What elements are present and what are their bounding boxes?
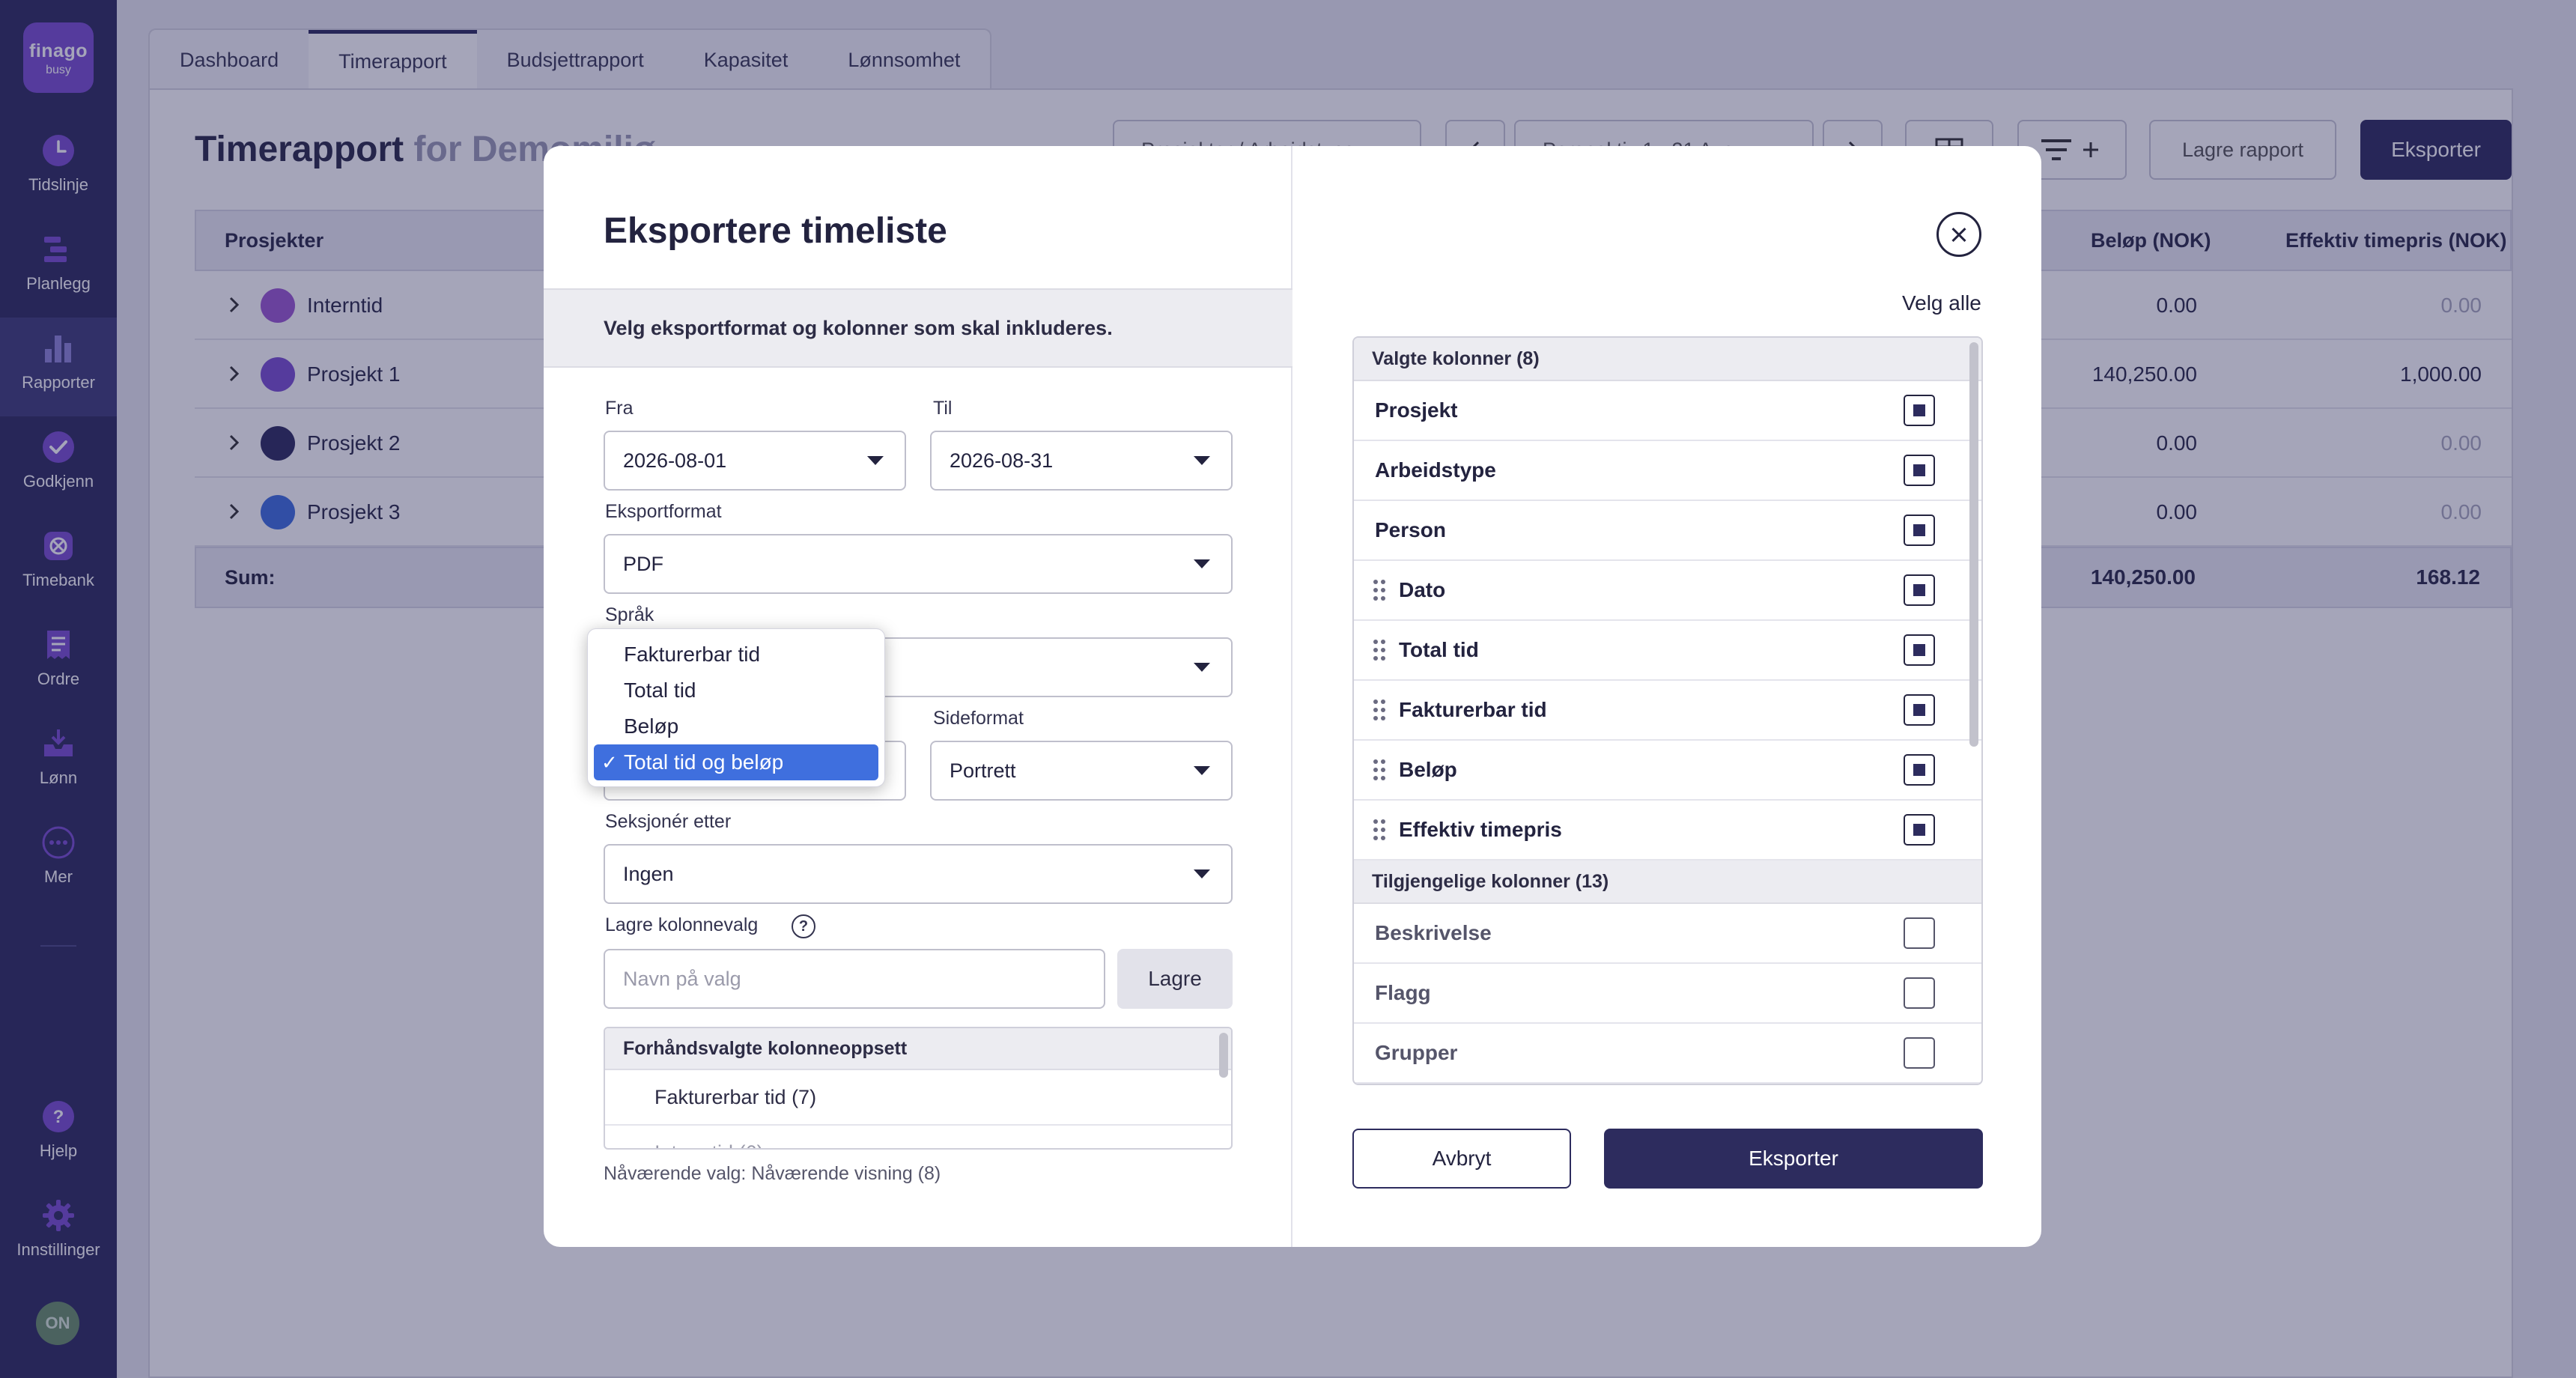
list-item[interactable]: Fakturerbar tid xyxy=(1354,681,1981,741)
list-item[interactable]: Dato xyxy=(1354,561,1981,621)
list-item[interactable]: Person xyxy=(1354,501,1981,561)
column-picker: Valgte kolonner (8) Prosjekt Arbeidstype… xyxy=(1352,336,1983,1085)
column-label: Total tid xyxy=(1399,638,1479,661)
export-format-value: PDF xyxy=(623,553,663,575)
scrollbar[interactable] xyxy=(1219,1033,1228,1078)
drag-handle-icon[interactable] xyxy=(1373,640,1387,661)
save-column-set-button[interactable]: Lagre xyxy=(1117,949,1233,1009)
checkbox[interactable] xyxy=(1904,814,1935,846)
modal-subtitle-banner: Velg eksportformat og kolonner som skal … xyxy=(544,288,1292,368)
from-date-select[interactable]: 2026-08-01 xyxy=(604,431,906,491)
language-label: Språk xyxy=(605,604,654,625)
chevron-down-icon xyxy=(1194,559,1210,568)
drag-handle-icon[interactable] xyxy=(1373,819,1387,840)
list-item[interactable]: Total tid xyxy=(1354,621,1981,681)
column-label: Person xyxy=(1375,518,1446,541)
drag-handle-icon[interactable] xyxy=(1373,759,1387,780)
checkbox[interactable] xyxy=(1904,754,1935,786)
chevron-down-icon xyxy=(1194,766,1210,775)
modal-subtitle: Velg eksportformat og kolonner som skal … xyxy=(604,317,1113,339)
section-by-value: Ingen xyxy=(623,863,674,885)
dropdown-option[interactable]: Beløp xyxy=(594,708,878,744)
checkbox[interactable] xyxy=(1904,917,1935,949)
column-label: Grupper xyxy=(1375,1041,1458,1064)
list-item[interactable]: Flagg xyxy=(1354,964,1981,1024)
export-settings-pane: Eksportere timeliste Velg eksportformat … xyxy=(544,146,1292,1247)
dropdown-option[interactable]: Fakturerbar tid xyxy=(594,637,878,673)
column-label: Arbeidstype xyxy=(1375,458,1496,482)
checkbox[interactable] xyxy=(1904,977,1935,1009)
list-item[interactable]: Arbeidstype xyxy=(1354,441,1981,501)
checkbox[interactable] xyxy=(1904,455,1935,486)
save-columns-label: Lagre kolonnevalg xyxy=(605,914,759,935)
column-label: Prosjekt xyxy=(1375,398,1458,422)
checkbox[interactable] xyxy=(1904,694,1935,726)
chevron-down-icon xyxy=(867,456,884,465)
column-label: Beskrivelse xyxy=(1375,921,1492,944)
modal-title: Eksportere timeliste xyxy=(604,211,947,251)
checkmark-icon: ✓ xyxy=(601,751,618,774)
section-label: Seksjonér etter xyxy=(605,811,732,832)
column-set-name-input[interactable] xyxy=(604,949,1105,1009)
checkbox[interactable] xyxy=(1904,395,1935,426)
column-label: Flagg xyxy=(1375,981,1431,1004)
page-format-value: Portrett xyxy=(950,759,1016,782)
list-item[interactable]: Beskrivelse xyxy=(1354,904,1981,964)
format-label: Eksportformat xyxy=(605,501,722,522)
dropdown-option-selected[interactable]: ✓ Total tid og beløp xyxy=(594,744,878,780)
preset-column-list: Forhåndsvalgte kolonneoppsett Fakturerba… xyxy=(604,1027,1233,1150)
select-all-link[interactable]: Velg alle xyxy=(1902,291,1981,315)
chevron-down-icon xyxy=(1194,456,1210,465)
section-by-select[interactable]: Ingen xyxy=(604,844,1233,904)
drag-handle-icon[interactable] xyxy=(1373,699,1387,720)
drag-handle-icon[interactable] xyxy=(1373,580,1387,601)
to-date-select[interactable]: 2026-08-31 xyxy=(930,431,1233,491)
list-item[interactable]: Beløp xyxy=(1354,741,1981,801)
dropdown-option-label: Total tid og beløp xyxy=(624,750,784,774)
presets-header: Forhåndsvalgte kolonneoppsett xyxy=(605,1028,1231,1070)
to-date-value: 2026-08-31 xyxy=(950,449,1054,472)
page-format-label: Sideformat xyxy=(933,708,1024,729)
list-item[interactable]: Effektiv timepris xyxy=(1354,801,1981,861)
chevron-down-icon xyxy=(1194,663,1210,672)
from-date-value: 2026-08-01 xyxy=(623,449,727,472)
scrollbar[interactable] xyxy=(1969,342,1978,747)
list-item[interactable]: Prosjekt xyxy=(1354,381,1981,441)
page-format-select[interactable]: Portrett xyxy=(930,741,1233,801)
chevron-down-icon xyxy=(1194,869,1210,878)
export-format-select[interactable]: PDF xyxy=(604,534,1233,594)
cancel-button[interactable]: Avbryt xyxy=(1352,1129,1571,1189)
checkbox[interactable] xyxy=(1904,574,1935,606)
available-columns-header: Tilgjengelige kolonner (13) xyxy=(1354,861,1981,904)
column-label: Beløp xyxy=(1399,758,1457,781)
dropdown-option[interactable]: Total tid xyxy=(594,673,878,708)
list-item[interactable]: Grupper xyxy=(1354,1024,1981,1084)
column-label: Effektiv timepris xyxy=(1399,818,1562,841)
from-label: Fra xyxy=(605,398,634,419)
list-item[interactable]: Intern tid (6) xyxy=(605,1126,1231,1148)
checkbox[interactable] xyxy=(1904,1037,1935,1069)
export-modal: Eksportere timeliste Velg eksportformat … xyxy=(544,146,2041,1247)
checkbox[interactable] xyxy=(1904,634,1935,666)
to-label: Til xyxy=(933,398,953,419)
list-item[interactable]: Fakturerbar tid (7) xyxy=(605,1070,1231,1126)
close-icon[interactable] xyxy=(1936,212,1981,257)
current-selection-text: Nåværende valg: Nåværende visning (8) xyxy=(604,1163,941,1184)
selected-columns-header: Valgte kolonner (8) xyxy=(1354,338,1981,381)
column-label: Dato xyxy=(1399,578,1446,601)
content-dropdown-menu: Fakturerbar tid Total tid Beløp ✓ Total … xyxy=(587,628,885,787)
checkbox[interactable] xyxy=(1904,515,1935,546)
export-button[interactable]: Eksporter xyxy=(1604,1129,1983,1189)
column-label: Fakturerbar tid xyxy=(1399,698,1547,721)
help-circle-icon[interactable]: ? xyxy=(792,914,815,938)
